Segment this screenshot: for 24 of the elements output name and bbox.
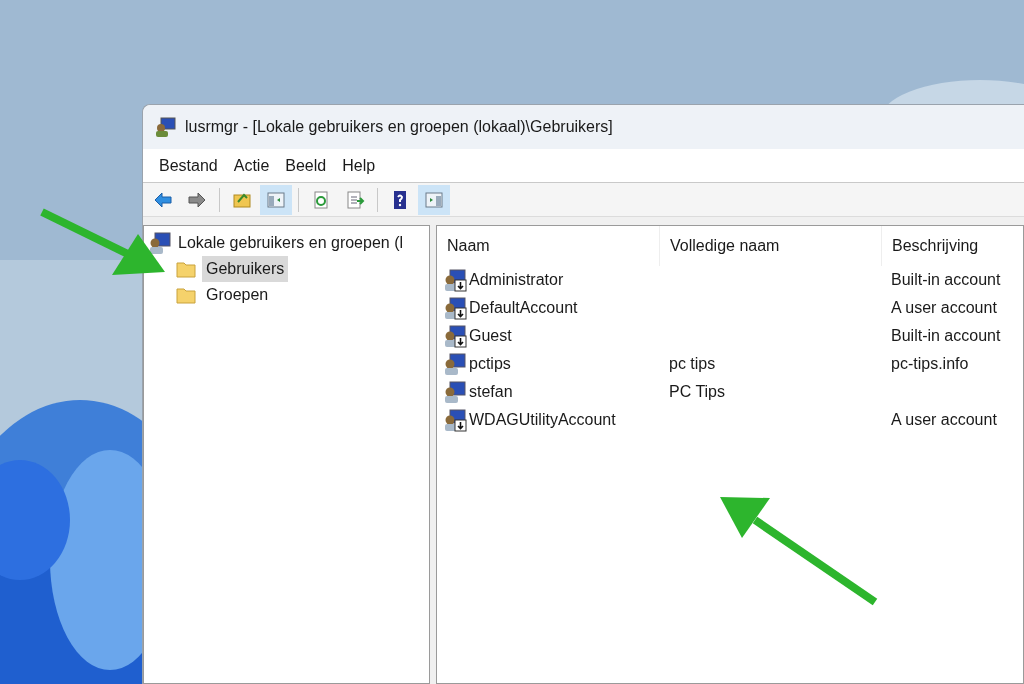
description-cell: Built-in account [891,327,1001,344]
description-cell: A user account [891,299,997,316]
column-header[interactable]: Naam [447,234,490,258]
user-name[interactable]: pctips [469,352,511,376]
computer-users-icon [155,116,177,138]
menu-item[interactable]: Bestand [151,153,226,178]
window-title: lusrmgr - [Lokale gebruikers en groepen (lokaal)\Gebruikers] [185,117,613,137]
description-cell: pc-tips.info [891,355,969,372]
description-cell: Built-in account [891,271,1001,288]
full-name-cell: pc tips [669,355,716,372]
user-name[interactable]: stefan [469,380,513,404]
menu-item[interactable]: Help [334,153,384,178]
tree-item[interactable]: Groepen [202,282,273,308]
tree-item[interactable]: Gebruikers [202,256,289,282]
column-header[interactable]: Volledige naam [670,234,780,258]
menu-item[interactable]: Beeld [277,153,335,178]
description-cell: A user account [891,411,997,428]
column-header[interactable]: Beschrijving [892,234,979,258]
panel-left-icon[interactable] [260,184,292,215]
computer-users-icon [148,231,172,255]
menu-item[interactable]: Actie [225,153,278,178]
full-name-cell: PC Tips [669,383,725,400]
tree-item[interactable]: Lokale gebruikers en groepen (l [178,231,404,255]
folder-icon [176,286,196,304]
